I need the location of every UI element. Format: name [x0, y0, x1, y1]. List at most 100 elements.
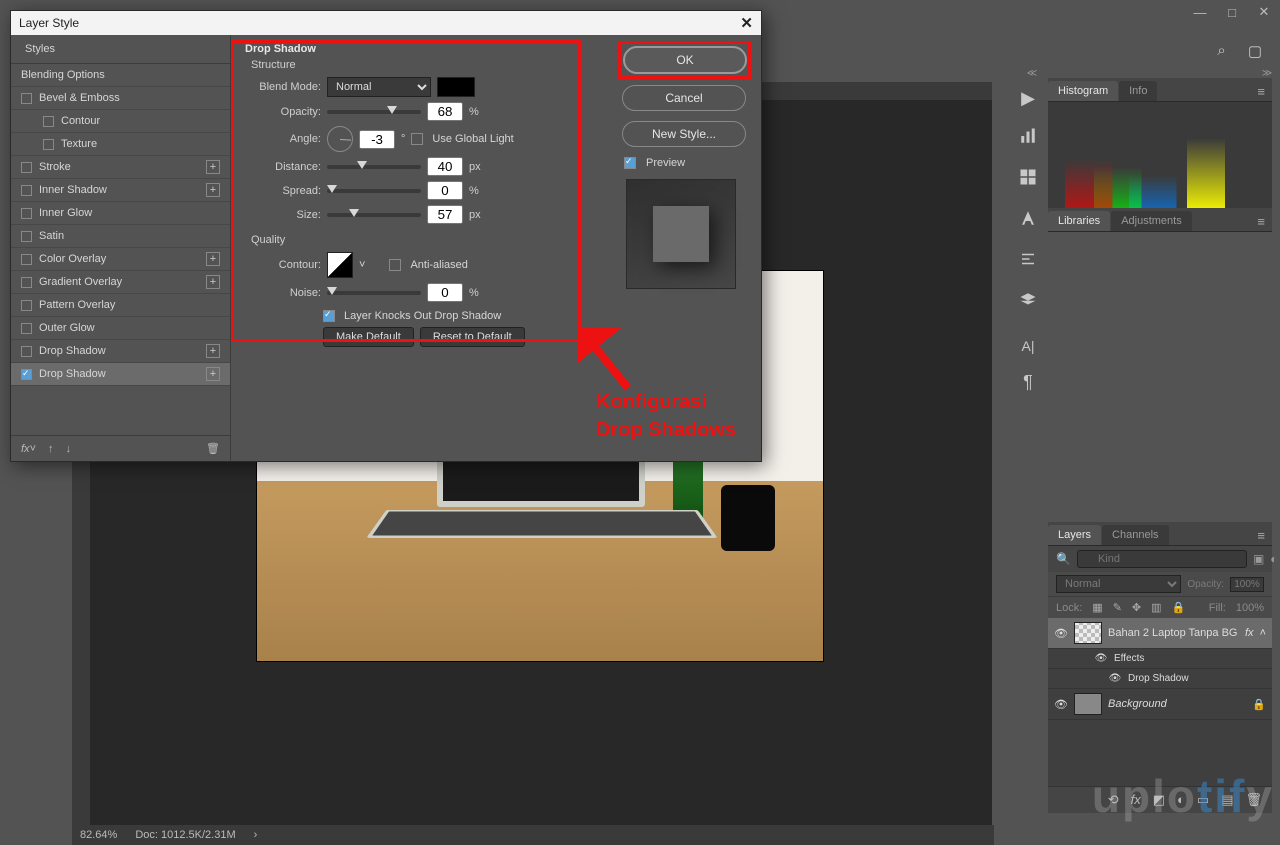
dialog-titlebar[interactable]: Layer Style ✕ [11, 11, 761, 35]
filter-image-icon[interactable]: ▣ [1253, 552, 1264, 566]
contour-swatch[interactable] [327, 252, 353, 278]
frame-icon[interactable]: ▢ [1248, 42, 1262, 60]
plus-icon[interactable]: + [206, 275, 220, 289]
opacity-input[interactable] [427, 102, 463, 121]
swatches-icon[interactable] [1019, 168, 1037, 191]
style-texture[interactable]: Texture [11, 133, 230, 156]
fx-icon[interactable]: fx [1131, 792, 1141, 808]
style-inner-glow[interactable]: Inner Glow [11, 202, 230, 225]
lock-all-icon[interactable]: 🔒 [1172, 601, 1186, 614]
layer-thumb[interactable] [1074, 622, 1102, 644]
style-satin[interactable]: Satin [11, 225, 230, 248]
link-layers-icon[interactable]: ⟲ [1108, 792, 1119, 808]
style-contour[interactable]: Contour [11, 110, 230, 133]
visibility-icon[interactable]: 👁 [1094, 653, 1108, 664]
make-default-button[interactable]: Make Default [323, 327, 414, 347]
tab-channels[interactable]: Channels [1102, 525, 1168, 545]
lock-trans-icon[interactable]: ▦ [1092, 601, 1102, 614]
mask-icon[interactable]: ◩ [1153, 792, 1165, 808]
status-chevron-icon[interactable]: › [254, 829, 258, 841]
checkbox[interactable] [21, 162, 32, 173]
layer-thumb[interactable] [1074, 693, 1102, 715]
new-style-button[interactable]: New Style... [622, 121, 746, 147]
properties-icon[interactable] [1019, 250, 1037, 273]
style-color-overlay[interactable]: Color Overlay+ [11, 248, 230, 271]
angle-dial[interactable] [327, 126, 353, 152]
style-blending-options[interactable]: Blending Options [11, 64, 230, 87]
zoom-level[interactable]: 82.64% [80, 829, 117, 841]
knockout-checkbox[interactable] [323, 310, 335, 322]
blend-mode-select[interactable]: Normal [327, 77, 431, 97]
checkbox[interactable] [21, 277, 32, 288]
checkbox[interactable] [21, 323, 32, 334]
tab-info[interactable]: Info [1119, 81, 1157, 101]
search-icon[interactable]: ⌕ [1217, 42, 1225, 60]
plus-icon[interactable]: + [206, 252, 220, 266]
checkbox[interactable] [21, 369, 32, 380]
visibility-icon[interactable]: 👁 [1054, 698, 1068, 711]
shadow-color-swatch[interactable] [437, 77, 475, 97]
lock-paint-icon[interactable]: ✎ [1113, 601, 1122, 614]
move-up-icon[interactable]: ↑ [48, 443, 54, 455]
play-icon[interactable]: ▶ [1021, 88, 1035, 109]
checkbox[interactable] [43, 116, 54, 127]
style-stroke[interactable]: Stroke+ [11, 156, 230, 179]
style-outer-glow[interactable]: Outer Glow [11, 317, 230, 340]
checkbox[interactable] [21, 300, 32, 311]
reset-default-button[interactable]: Reset to Default [420, 327, 525, 347]
styles-header[interactable]: Styles [11, 35, 230, 64]
maximize-button[interactable]: □ [1216, 0, 1248, 24]
checkbox[interactable] [21, 254, 32, 265]
layer-row[interactable]: 👁 Background 🔒 [1048, 689, 1272, 720]
tab-layers[interactable]: Layers [1048, 525, 1101, 545]
lock-nest-icon[interactable]: ▥ [1151, 601, 1161, 614]
style-gradient-overlay[interactable]: Gradient Overlay+ [11, 271, 230, 294]
tab-adjustments[interactable]: Adjustments [1111, 211, 1192, 231]
character-icon[interactable] [1019, 209, 1037, 232]
collapse-dock-icon[interactable]: ≪ [1023, 68, 1041, 86]
size-input[interactable] [427, 205, 463, 224]
window-close-button[interactable]: ✕ [1248, 0, 1280, 24]
histogram-icon[interactable] [1019, 127, 1037, 150]
checkbox[interactable] [21, 93, 32, 104]
antialiased-checkbox[interactable] [389, 259, 401, 271]
use-global-checkbox[interactable] [411, 133, 423, 145]
style-pattern-overlay[interactable]: Pattern Overlay [11, 294, 230, 317]
plus-icon[interactable]: + [206, 344, 220, 358]
minimize-button[interactable]: — [1184, 0, 1216, 24]
noise-slider[interactable] [327, 291, 421, 295]
chevron-up-icon[interactable]: ˄ [1260, 627, 1266, 639]
distance-input[interactable] [427, 157, 463, 176]
visibility-icon[interactable]: 👁 [1108, 673, 1122, 684]
lock-pos-icon[interactable]: ✥ [1132, 601, 1141, 614]
distance-slider[interactable] [327, 165, 421, 169]
spread-input[interactable] [427, 181, 463, 200]
paragraph-icon[interactable]: ¶ [1023, 372, 1033, 393]
delete-layer-icon[interactable]: 🗑 [1245, 792, 1262, 808]
contour-chevron-icon[interactable]: ˅ [359, 259, 365, 271]
group-icon[interactable]: ▭ [1197, 792, 1209, 808]
plus-icon[interactable]: + [206, 183, 220, 197]
checkbox[interactable] [21, 185, 32, 196]
move-down-icon[interactable]: ↓ [66, 443, 72, 455]
libraries-body[interactable] [1048, 232, 1272, 532]
panel-menu-icon[interactable]: ≡ [1250, 82, 1272, 101]
opacity-value[interactable]: 100% [1230, 577, 1264, 592]
angle-input[interactable] [359, 130, 395, 149]
style-bevel-emboss[interactable]: Bevel & Emboss [11, 87, 230, 110]
visibility-icon[interactable]: 👁 [1054, 627, 1068, 640]
fx-badge[interactable]: fx [1245, 627, 1254, 639]
layer-row[interactable]: 👁 Bahan 2 Laptop Tanpa BG fx ˄ [1048, 618, 1272, 649]
checkbox[interactable] [21, 208, 32, 219]
cancel-button[interactable]: Cancel [622, 85, 746, 111]
blend-mode-select[interactable]: Normal [1056, 575, 1181, 593]
plus-icon[interactable]: + [206, 367, 220, 381]
plus-icon[interactable]: + [206, 160, 220, 174]
style-drop-shadow[interactable]: Drop Shadow+ [11, 340, 230, 363]
fx-menu-icon[interactable]: fx˅ [21, 443, 36, 455]
filter-adjust-icon[interactable]: ◐ [1270, 552, 1277, 566]
checkbox[interactable] [21, 346, 32, 357]
fill-value[interactable]: 100% [1236, 602, 1264, 614]
panel-menu-icon[interactable]: ≡ [1250, 526, 1272, 545]
style-drop-shadow-active[interactable]: Drop Shadow+ [11, 363, 230, 386]
